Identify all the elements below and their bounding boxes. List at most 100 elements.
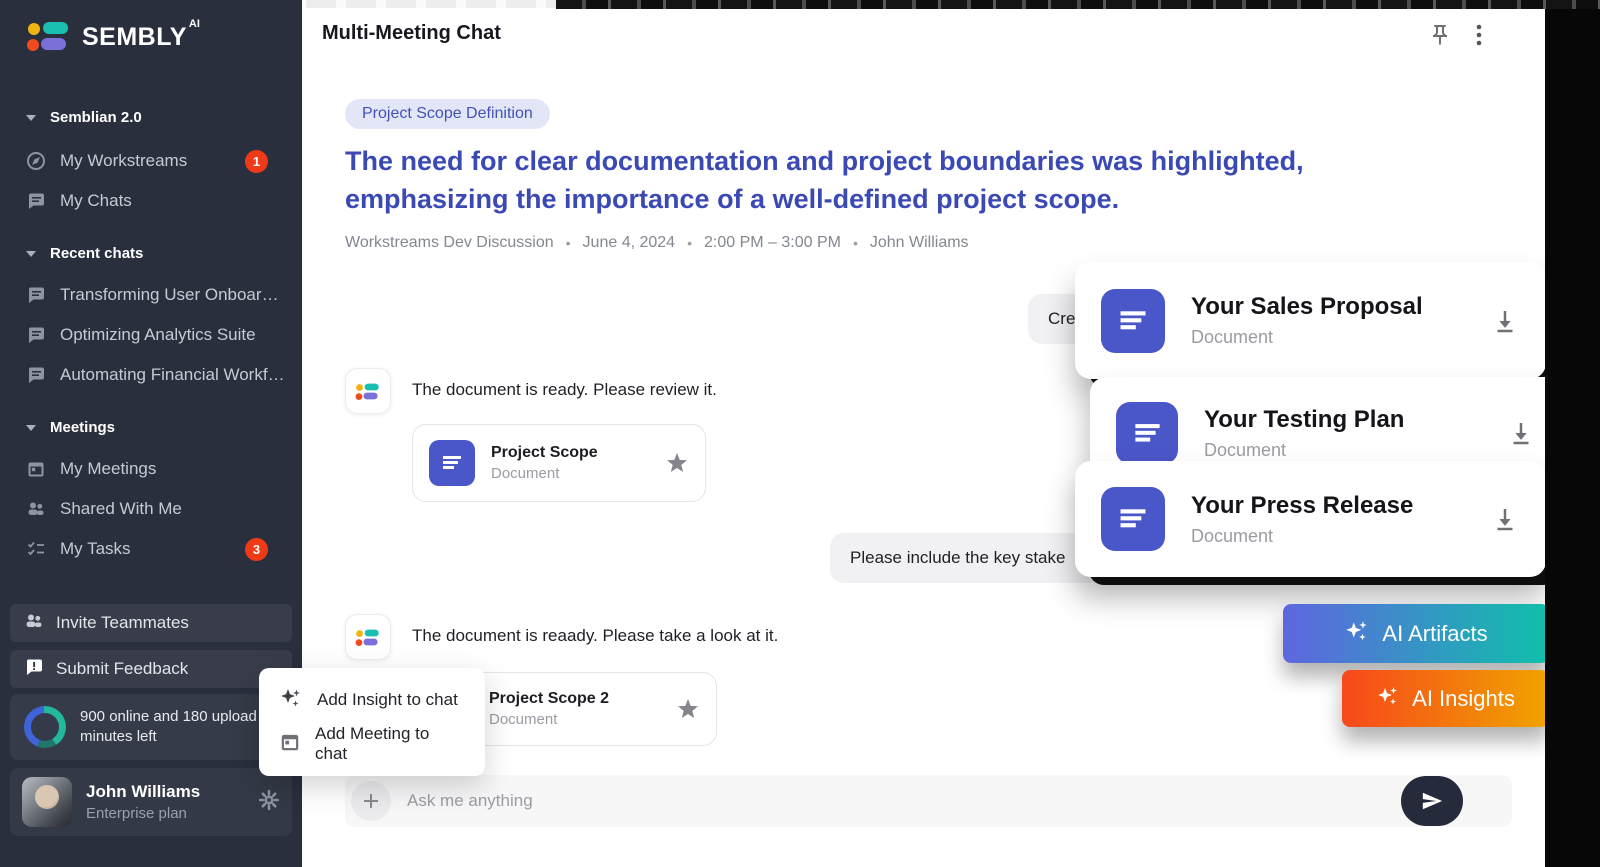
notification-badge: 1: [245, 150, 268, 173]
sidebar-item-my-meetings[interactable]: My Meetings: [26, 454, 286, 484]
download-icon[interactable]: [1506, 418, 1536, 448]
download-icon[interactable]: [1490, 504, 1520, 534]
minutes-remaining-panel[interactable]: 900 online and 180 upload minutes left: [10, 694, 292, 760]
menu-item-label: Add Insight to chat: [317, 690, 458, 710]
ai-artifacts-button[interactable]: AI Artifacts: [1283, 604, 1549, 663]
section-label: Recent chats: [50, 245, 143, 262]
meta-separator: •: [566, 235, 571, 251]
star-icon[interactable]: [676, 697, 700, 721]
bot-message: The document is ready. Please review it.: [412, 380, 717, 400]
sidebar-item-recent-chat-2[interactable]: Optimizing Analytics Suite: [26, 320, 286, 350]
artifact-type: Document: [1191, 526, 1413, 547]
sidebar-item-label: Automating Financial Workflo…: [60, 365, 286, 385]
document-type: Document: [489, 711, 609, 728]
sidebar-item-my-tasks[interactable]: My Tasks 3: [26, 534, 286, 564]
sparkle-icon: [279, 686, 303, 715]
meeting-time: 2:00 PM – 3:00 PM: [704, 234, 841, 252]
meta-separator: •: [687, 235, 692, 251]
artifact-card-sales-proposal[interactable]: Your Sales Proposal Document: [1075, 262, 1546, 379]
notification-badge: 3: [245, 538, 268, 561]
minutes-remaining-text: 900 online and 180 upload minutes left: [80, 707, 278, 747]
compass-icon: [26, 151, 46, 171]
sidebar-item-my-chats[interactable]: My Chats: [26, 186, 286, 216]
page-title: Multi-Meeting Chat: [322, 22, 501, 45]
menu-item-add-meeting[interactable]: Add Meeting to chat: [259, 722, 485, 766]
download-icon[interactable]: [1490, 306, 1520, 336]
calendar-icon: [26, 459, 46, 479]
meeting-meta: Workstreams Dev Discussion • June 4, 202…: [345, 234, 969, 252]
sidebar-item-recent-chat-1[interactable]: Transforming User Onboarding: [26, 280, 286, 310]
section-label: Meetings: [50, 419, 115, 436]
gear-icon[interactable]: [258, 789, 280, 816]
artifact-title: Your Press Release: [1191, 492, 1413, 520]
meta-separator: •: [853, 235, 858, 251]
invite-teammates-button[interactable]: Invite Teammates: [10, 604, 292, 642]
bot-avatar: [345, 614, 391, 660]
meeting-author: John Williams: [870, 234, 969, 252]
chevron-down-icon: [26, 115, 36, 121]
artifact-type: Document: [1204, 440, 1404, 461]
sidebar-item-shared-with-me[interactable]: Shared With Me: [26, 494, 286, 524]
topic-tag: Project Scope Definition: [345, 99, 550, 129]
sidebar-item-label: Optimizing Analytics Suite: [60, 325, 256, 345]
people-icon: [24, 611, 44, 636]
user-message-text: Please include the key stake: [850, 548, 1065, 568]
document-icon: [1116, 402, 1178, 464]
more-options-button[interactable]: [1464, 22, 1494, 52]
sidebar: SEMBLYAI Semblian 2.0 My Workstreams 1 M…: [0, 0, 302, 867]
chat-icon: [26, 365, 46, 385]
star-icon[interactable]: [665, 451, 689, 475]
section-meetings[interactable]: Meetings: [26, 419, 115, 436]
people-icon: [26, 499, 46, 519]
sembly-logo-icon: [26, 20, 72, 57]
sidebar-item-recent-chat-3[interactable]: Automating Financial Workflo…: [26, 360, 286, 390]
add-attachment-button[interactable]: [351, 781, 391, 821]
sidebar-item-label: Shared With Me: [60, 499, 182, 519]
document-card[interactable]: Project Scope Document: [412, 424, 706, 502]
chevron-down-icon: [26, 251, 36, 257]
section-semblian[interactable]: Semblian 2.0: [26, 109, 142, 126]
sparkle-icon: [1344, 618, 1370, 650]
chat-context-menu: Add Insight to chat Add Meeting to chat: [259, 668, 485, 776]
pin-icon: [1428, 23, 1452, 52]
chat-input[interactable]: [391, 791, 1506, 811]
submit-feedback-button[interactable]: Submit Feedback: [10, 650, 292, 688]
brand-name: SEMBLY: [82, 23, 187, 51]
artifact-card-press-release[interactable]: Your Press Release Document: [1075, 461, 1546, 577]
bot-avatar: [345, 368, 391, 414]
user-message: Please include the key stake: [830, 533, 1102, 583]
sidebar-item-label: My Meetings: [60, 459, 156, 479]
brand-suffix: AI: [189, 18, 200, 30]
sidebar-item-label: My Tasks: [60, 539, 131, 559]
menu-item-add-insight[interactable]: Add Insight to chat: [259, 678, 485, 722]
meeting-source: Workstreams Dev Discussion: [345, 234, 554, 252]
invite-teammates-label: Invite Teammates: [56, 613, 189, 633]
message-composer: [345, 775, 1512, 827]
tasks-icon: [26, 539, 46, 559]
chat-icon: [26, 285, 46, 305]
send-button[interactable]: [1401, 776, 1463, 826]
summary-heading: The need for clear documentation and pro…: [345, 142, 1470, 218]
artifact-title: Your Sales Proposal: [1191, 293, 1423, 321]
pin-button[interactable]: [1425, 22, 1455, 52]
ai-artifacts-label: AI Artifacts: [1382, 621, 1487, 647]
submit-feedback-label: Submit Feedback: [56, 659, 188, 679]
section-label: Semblian 2.0: [50, 109, 142, 126]
section-recent-chats[interactable]: Recent chats: [26, 245, 143, 262]
calendar-icon: [279, 731, 301, 758]
bot-message: The document is reaady. Please take a lo…: [412, 626, 778, 646]
app-logo[interactable]: SEMBLYAI: [26, 20, 200, 57]
user-plan: Enterprise plan: [86, 805, 200, 822]
artifact-title: Your Testing Plan: [1204, 406, 1404, 434]
ai-insights-label: AI Insights: [1412, 686, 1515, 712]
frame-top-edge-light: [306, 0, 556, 8]
user-profile[interactable]: John Williams Enterprise plan: [10, 768, 292, 836]
sidebar-item-my-workstreams[interactable]: My Workstreams 1: [26, 146, 286, 176]
ai-insights-button[interactable]: AI Insights: [1342, 670, 1549, 727]
chat-icon: [26, 325, 46, 345]
sidebar-item-label: Transforming User Onboarding: [60, 285, 286, 305]
document-icon: [429, 440, 475, 486]
sidebar-item-label: My Workstreams: [60, 151, 187, 171]
document-icon: [1101, 487, 1165, 551]
avatar: [22, 777, 72, 827]
